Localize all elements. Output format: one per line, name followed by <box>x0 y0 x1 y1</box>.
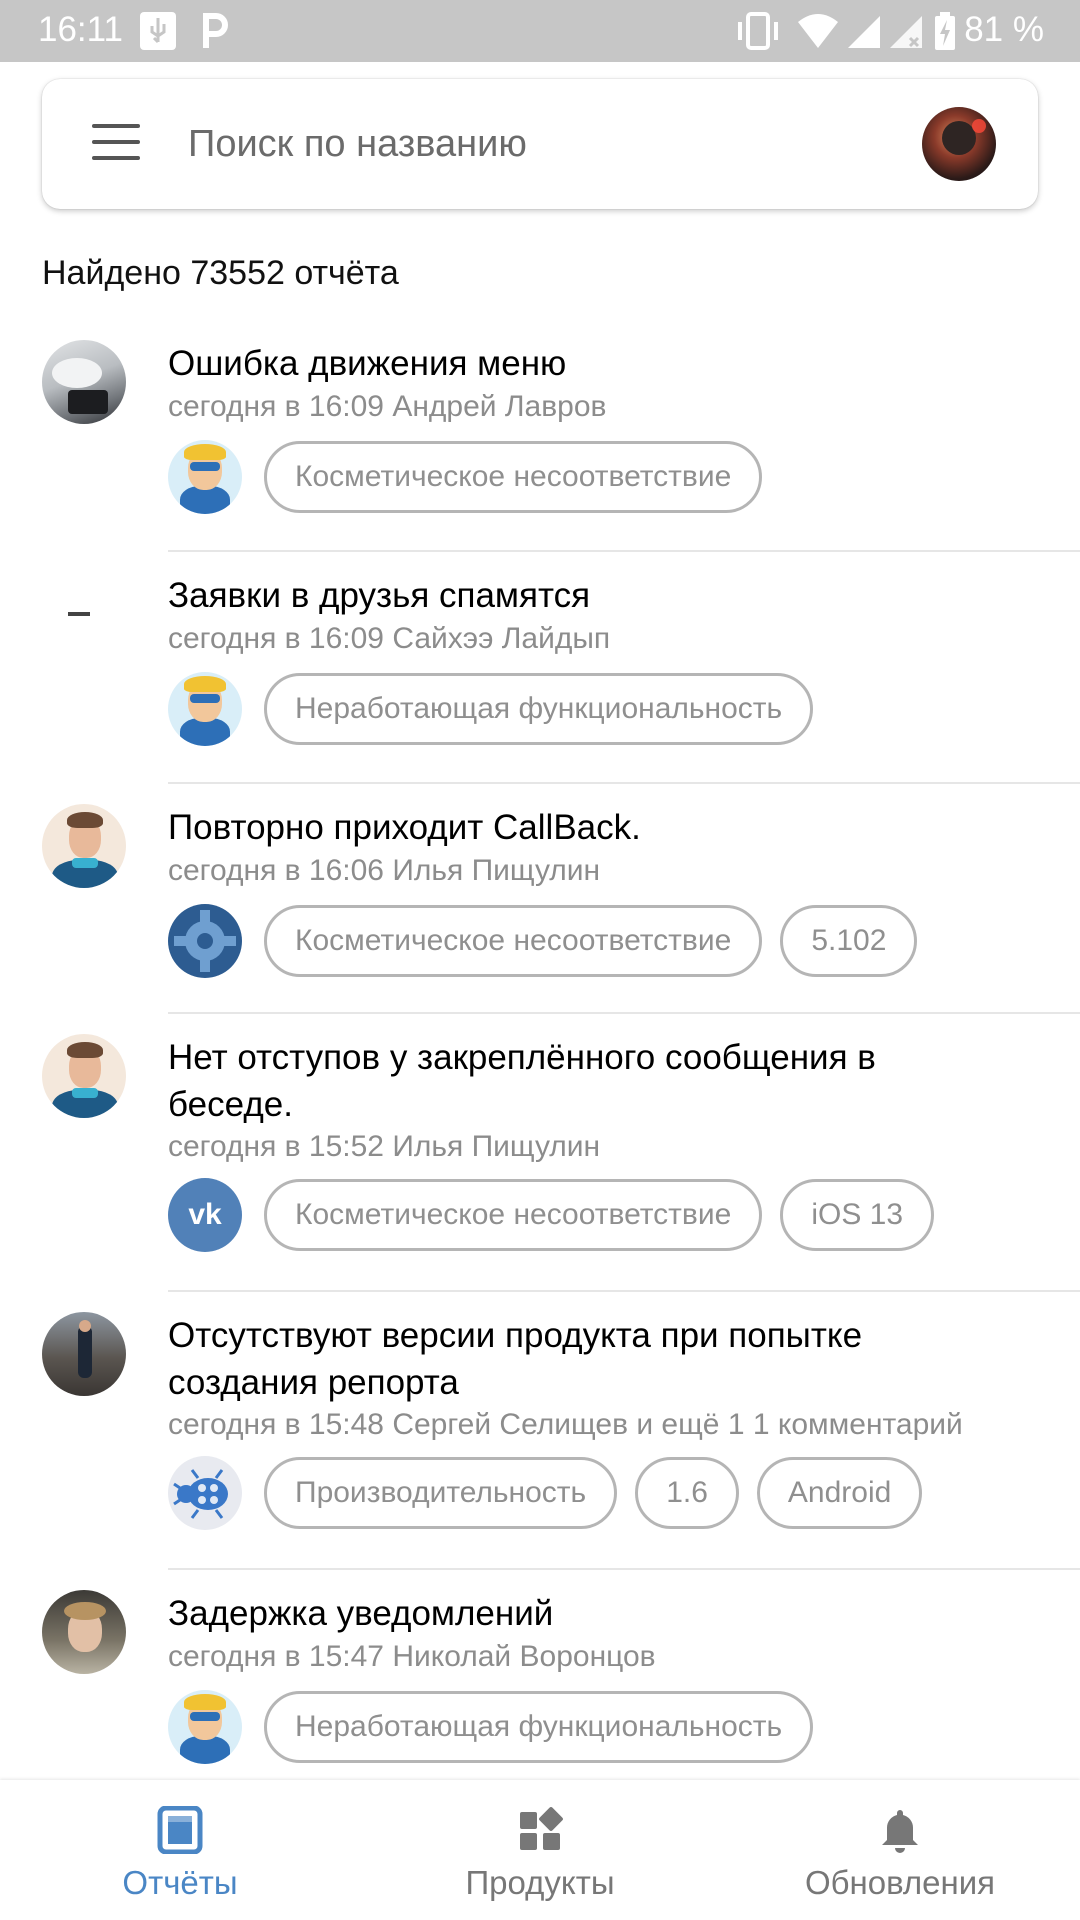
tag[interactable]: Косметическое несоответствие <box>264 441 763 513</box>
vk-hero-icon[interactable] <box>168 1690 242 1764</box>
tag[interactable]: Неработающая функциональность <box>264 673 814 745</box>
report-tags: Производительность 1.6 Android <box>264 1457 923 1529</box>
battery-charging-icon <box>935 12 955 50</box>
tag[interactable]: Косметическое несоответствие <box>264 1179 763 1251</box>
report-title[interactable]: Ошибка движения меню <box>168 340 998 387</box>
report-title[interactable]: Повторно приходит CallBack. <box>168 804 998 851</box>
report-meta: сегодня в 15:52 Илья Пищулин <box>168 1130 601 1163</box>
report-tags: Неработающая функциональность <box>264 673 814 745</box>
signal-icon <box>848 16 880 48</box>
nav-label: Отчёты <box>122 1864 238 1901</box>
bug-icon[interactable] <box>168 1456 242 1530</box>
usb-icon <box>140 12 176 50</box>
report-title[interactable]: Задержка уведомлений <box>168 1590 998 1637</box>
tag[interactable]: 5.102 <box>780 905 918 977</box>
divider <box>168 1012 1080 1014</box>
report-title[interactable]: Нет отступов у закреплённого сообщения в… <box>168 1034 998 1128</box>
products-grid-icon <box>520 1807 563 1850</box>
hamburger-menu-icon[interactable] <box>92 124 142 164</box>
nav-tab-products[interactable]: Продукты <box>360 1780 720 1920</box>
search-bar <box>42 79 1038 209</box>
report-title[interactable]: Заявки в друзья спамятся <box>168 572 998 619</box>
author-avatar[interactable] <box>42 572 126 656</box>
report-tags: Неработающая функциональность <box>264 1691 814 1763</box>
author-avatar[interactable] <box>42 804 126 888</box>
bottom-navigation: Отчёты Продукты Обновления <box>0 1780 1080 1920</box>
wifi-icon <box>798 14 838 48</box>
author-avatar[interactable] <box>42 1590 126 1674</box>
tag[interactable]: Android <box>756 1457 923 1529</box>
report-meta: сегодня в 15:48 Сергей Селищев и ещё 1 1… <box>168 1408 963 1441</box>
report-tags: Косметическое несоответствие 5.102 <box>264 905 918 977</box>
tag[interactable]: Неработающая функциональность <box>264 1691 814 1763</box>
divider <box>168 1290 1080 1292</box>
tag[interactable]: Производительность <box>264 1457 618 1529</box>
vk-logo-icon[interactable]: vk <box>168 1178 242 1252</box>
report-meta: сегодня в 16:09 Сайхээ Лайдып <box>168 622 611 655</box>
bell-icon <box>882 1810 918 1853</box>
divider <box>168 550 1080 552</box>
report-meta: сегодня в 15:47 Николай Воронцов <box>168 1640 656 1673</box>
nav-tab-updates[interactable]: Обновления <box>720 1780 1080 1920</box>
author-avatar[interactable] <box>42 340 126 424</box>
status-time: 16:11 <box>38 10 123 49</box>
report-meta: сегодня в 16:09 Андрей Лавров <box>168 390 607 423</box>
status-bar: 16:11 81 % <box>0 0 1080 62</box>
tag[interactable]: iOS 13 <box>780 1179 935 1251</box>
search-input[interactable] <box>188 113 888 175</box>
author-avatar[interactable] <box>42 1312 126 1396</box>
gear-icon[interactable] <box>168 904 242 978</box>
battery-percent: 81 % <box>964 10 1044 49</box>
author-avatar[interactable] <box>42 1034 126 1118</box>
nav-tab-reports[interactable]: Отчёты <box>0 1780 360 1920</box>
divider <box>168 782 1080 784</box>
reports-icon <box>157 1806 203 1854</box>
results-count: Найдено 73552 отчёта <box>42 254 399 292</box>
tag[interactable]: Косметическое несоответствие <box>264 905 763 977</box>
parking-app-icon <box>203 13 228 48</box>
nav-label: Обновления <box>804 1864 996 1901</box>
vk-hero-icon[interactable] <box>168 440 242 514</box>
report-tags: Косметическое несоответствие <box>264 441 763 513</box>
report-tags: Косметическое несоответствие iOS 13 <box>264 1179 935 1251</box>
signal-no-data-icon <box>890 16 922 48</box>
tag[interactable]: 1.6 <box>635 1457 739 1529</box>
divider <box>168 1568 1080 1570</box>
profile-avatar[interactable] <box>922 107 996 181</box>
nav-label: Продукты <box>465 1864 615 1901</box>
report-meta: сегодня в 16:06 Илья Пищулин <box>168 854 601 887</box>
vk-hero-icon[interactable] <box>168 672 242 746</box>
vibrate-icon <box>738 12 778 50</box>
report-title[interactable]: Отсутствуют версии продукта при попытке … <box>168 1312 998 1406</box>
